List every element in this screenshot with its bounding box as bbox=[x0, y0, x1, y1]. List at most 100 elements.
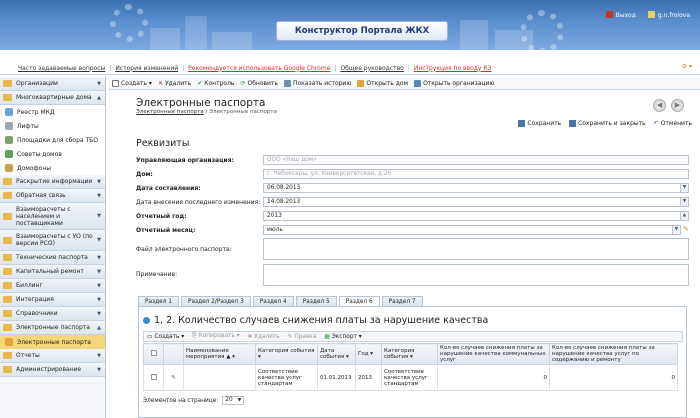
org-field[interactable]: ООО «Наш дом» bbox=[263, 155, 689, 165]
compiled-date-field[interactable]: 06.08.2013 ▼ bbox=[263, 183, 689, 193]
cell-name bbox=[183, 364, 256, 391]
delete-label: Удалить bbox=[164, 79, 192, 87]
modified-date-field[interactable]: 14.08.2013 ▼ bbox=[263, 197, 689, 207]
form-row-month: Отчетный месяц: bbox=[136, 225, 264, 235]
sidebar-subitem-elevators[interactable]: Лифты bbox=[0, 119, 105, 133]
passport-icon bbox=[5, 338, 13, 346]
tab-section-1[interactable]: Раздел 1 bbox=[138, 296, 179, 306]
sidebar-item-apartment-buildings[interactable]: Многоквартирные дома ▲ bbox=[0, 91, 105, 105]
sidebar: Организации ▼ Многоквартирные дома ▲ Реест… bbox=[0, 77, 106, 418]
column-header[interactable]: Кол-во случаев снижения платы за нарушен… bbox=[437, 343, 550, 365]
row-edit-cell[interactable]: ✎ bbox=[163, 364, 184, 391]
topnav-manual[interactable]: Общее руководство bbox=[340, 65, 403, 72]
save-button[interactable]: Сохранить bbox=[518, 120, 561, 127]
sidebar-item-capital-repair[interactable]: Капитальный ремонт ▼ bbox=[0, 265, 105, 279]
folder-icon bbox=[3, 268, 12, 275]
sidebar-item-administration[interactable]: Администрирование ▼ bbox=[0, 363, 105, 377]
main-content: Электронные паспорта Электронные паспорт… bbox=[108, 91, 700, 418]
page-size-select[interactable]: 20 ▼ bbox=[222, 396, 245, 405]
save-close-button[interactable]: Сохранить и закрыть bbox=[569, 120, 646, 127]
back-button[interactable]: ◀ bbox=[653, 99, 666, 112]
sidebar-item-settlements-population[interactable]: Взаиморасчеты с населением и поставщикам… bbox=[0, 203, 105, 230]
note-label: Примечание: bbox=[136, 270, 178, 278]
spinner-icon[interactable]: ▲ bbox=[680, 212, 688, 220]
open-org-button[interactable]: Открыть организацию bbox=[414, 79, 494, 87]
edit-pencil-icon[interactable]: ✎ bbox=[683, 225, 689, 233]
breadcrumb-link[interactable]: Электронные паспорта bbox=[136, 109, 204, 115]
grid-delete-button[interactable]: ✕ Удалить bbox=[248, 334, 280, 340]
sidebar-subitem-waste-sites[interactable]: Площадки для сбора ТБО bbox=[0, 133, 105, 147]
sidebar-item-billing[interactable]: Биллинг ▼ bbox=[0, 279, 105, 293]
edit-icon: ✎ bbox=[287, 333, 293, 340]
forward-button[interactable]: ▶ bbox=[671, 99, 684, 112]
sidebar-subitem-intercoms[interactable]: Домофоны bbox=[0, 161, 105, 175]
sidebar-item-settlements-uo[interactable]: Взаиморасчеты с УО (по версии РСО) ▼ bbox=[0, 230, 105, 251]
sidebar-subitem-e-passports[interactable]: Электронные паспорта bbox=[0, 335, 105, 349]
table-row[interactable]: ✎ Соответствие качества услуг стандартам… bbox=[143, 364, 678, 391]
column-header[interactable]: Кол-во случаев снижения платы за нарушен… bbox=[549, 343, 678, 365]
select-all-header[interactable] bbox=[143, 343, 164, 365]
sidebar-item-reports[interactable]: Отчеты ▼ bbox=[0, 349, 105, 363]
logout-link[interactable]: Выход bbox=[605, 11, 636, 19]
organization-icon bbox=[414, 79, 422, 87]
sidebar-item-disclosure[interactable]: Раскрытие информации ▼ bbox=[0, 175, 105, 189]
sidebar-subitem-house-councils[interactable]: Советы домов bbox=[0, 147, 105, 161]
cancel-label: Отменить bbox=[660, 120, 692, 127]
sidebar-item-integration[interactable]: Интеграция ▼ bbox=[0, 293, 105, 307]
grid-create-button[interactable]: ▭ Создать ▾ bbox=[147, 334, 184, 340]
cancel-button[interactable]: ↶ Отменить bbox=[654, 120, 692, 127]
sidebar-item-label: Справочники bbox=[16, 310, 58, 317]
topnav-faq[interactable]: Часто задаваемые вопросы bbox=[18, 65, 105, 72]
main-toolbar: Создать ▾ ✕ Удалить ✔ Контроль ⟳ Обновить П… bbox=[108, 77, 700, 90]
column-header[interactable]: Категория события ▾ bbox=[381, 343, 438, 365]
chevron-down-icon[interactable]: ▼ bbox=[672, 226, 680, 234]
tab-section-7[interactable]: Раздел 7 bbox=[381, 296, 423, 306]
tab-section-2-3[interactable]: Раздел 2/Раздел 3 bbox=[180, 296, 251, 306]
topnav-changelog[interactable]: История изменений bbox=[115, 65, 178, 72]
arrow-left-icon: ◀ bbox=[656, 101, 663, 109]
header-decoration bbox=[212, 32, 252, 50]
column-header[interactable]: Категория события ▾ bbox=[255, 343, 318, 365]
logout-icon bbox=[605, 11, 613, 18]
sidebar-item-directories[interactable]: Справочники ▼ bbox=[0, 307, 105, 321]
header-decoration bbox=[460, 20, 488, 50]
year-field[interactable]: 2013 ▲ bbox=[263, 211, 689, 221]
column-header[interactable]: Дата события ▾ bbox=[317, 343, 356, 365]
form-row-compiled: Дата составления: bbox=[136, 183, 264, 193]
events-table: Наименование мероприятия ▲ ▾ Категория с… bbox=[143, 343, 678, 391]
open-house-button[interactable]: Открыть дом bbox=[357, 79, 408, 87]
calendar-dropdown-icon[interactable]: ▼ bbox=[680, 184, 688, 192]
section-title: Реквизиты bbox=[136, 138, 190, 149]
checkbox[interactable] bbox=[150, 373, 157, 380]
column-header[interactable]: Год ▾ bbox=[355, 343, 382, 365]
grid-copy-button[interactable]: ⎘ Копировать ▾ bbox=[192, 333, 239, 340]
tab-section-4[interactable]: Раздел 4 bbox=[252, 296, 294, 306]
row-select-cell[interactable] bbox=[143, 364, 164, 391]
note-field[interactable] bbox=[263, 264, 689, 286]
create-button[interactable]: Создать ▾ bbox=[112, 79, 152, 87]
sidebar-item-organizations[interactable]: Организации ▼ bbox=[0, 77, 105, 91]
settings-gear-icon[interactable]: ⚙ ▾ bbox=[682, 63, 692, 70]
grid-edit-button[interactable]: ✎ Правка bbox=[288, 334, 317, 340]
sidebar-item-e-passports[interactable]: Электронные паспорта ▲ bbox=[0, 321, 105, 335]
sidebar-subitem-registry[interactable]: Реестр МКД bbox=[0, 105, 105, 119]
copy-icon: ⎘ bbox=[192, 333, 197, 339]
tab-section-5[interactable]: Раздел 5 bbox=[295, 296, 337, 306]
topnav-chrome[interactable]: Рекомендуется использовать Google Chrome bbox=[188, 65, 330, 72]
sidebar-item-tech-passports[interactable]: Технические паспорта ▼ bbox=[0, 251, 105, 265]
grid-export-button[interactable]: ▦ Экспорт ▾ bbox=[324, 334, 361, 340]
delete-button[interactable]: ✕ Удалить bbox=[158, 80, 191, 87]
history-button[interactable]: Показать историю bbox=[283, 79, 351, 87]
sidebar-item-feedback[interactable]: Обратная связь ▼ bbox=[0, 189, 105, 203]
file-field[interactable] bbox=[263, 238, 689, 260]
calendar-dropdown-icon[interactable]: ▼ bbox=[680, 198, 688, 206]
user-link[interactable]: g.n.frolova bbox=[647, 11, 690, 19]
house-field[interactable]: г. Чебоксары, ул. Университетская, д.26 bbox=[263, 169, 689, 179]
checkbox[interactable] bbox=[150, 350, 157, 356]
control-button[interactable]: ✔ Контроль bbox=[197, 80, 234, 87]
topnav-instruction[interactable]: Инструкция по вводу КЗ bbox=[414, 65, 492, 72]
house-label: Дом: bbox=[136, 170, 153, 178]
refresh-button[interactable]: ⟳ Обновить bbox=[240, 80, 278, 87]
column-header[interactable]: Наименование мероприятия ▲ ▾ bbox=[183, 343, 256, 365]
month-select[interactable]: июль ▼ bbox=[263, 225, 681, 235]
